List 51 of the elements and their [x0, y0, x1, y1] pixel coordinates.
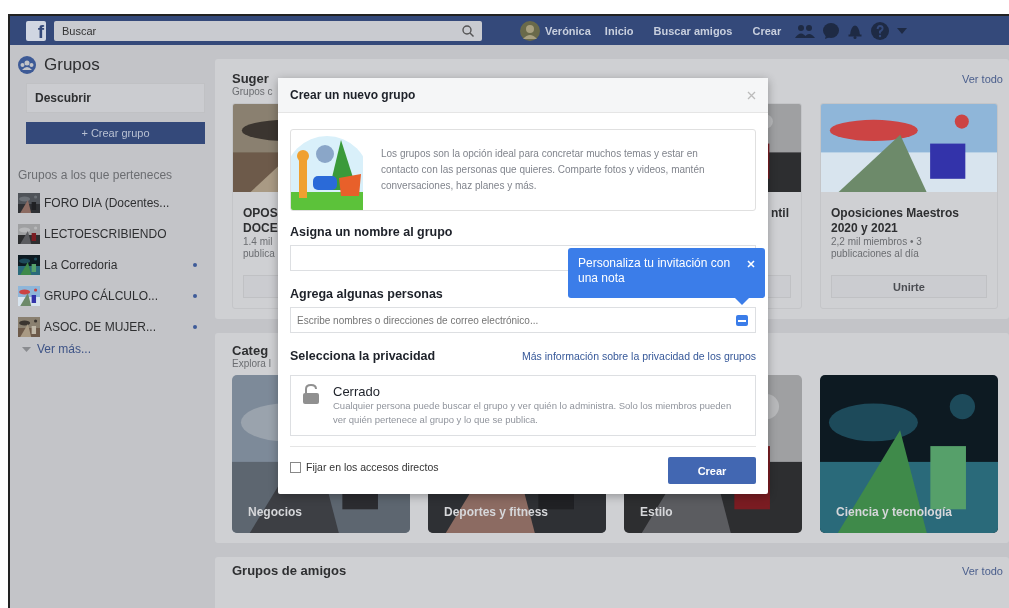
logo[interactable]: f [26, 20, 46, 41]
section-label: Grupos a los que perteneces [18, 168, 174, 182]
checkbox-label: Fijar en los accesos directos [306, 461, 439, 473]
join-button[interactable]: Unirte [831, 275, 987, 298]
card-title: Categ [232, 343, 269, 358]
avatar [520, 20, 540, 41]
group-stats: 2,2 mil miembros • 3 publicaciones al día [830, 236, 923, 260]
group-item[interactable]: ASOC. DE MUJER... [18, 311, 205, 342]
card-title: Grupos de amigos [232, 563, 347, 578]
privacy-name: Cerrado [333, 384, 381, 399]
nav-link[interactable]: Crear [746, 24, 788, 37]
card-subtitle: Explora l [232, 358, 271, 369]
close-icon[interactable] [747, 90, 756, 100]
profile-link[interactable]: Verónica [520, 20, 591, 41]
caret-icon [22, 346, 31, 352]
group-item[interactable]: LECTOESCRIBIENDO [18, 218, 205, 249]
caret-icon[interactable] [897, 27, 908, 34]
discover-tab[interactable]: Descubrir [26, 83, 205, 113]
help-icon[interactable] [871, 21, 890, 40]
create-button[interactable]: Crear [668, 457, 756, 484]
nav-link[interactable]: Inicio [598, 24, 640, 37]
checkbox[interactable] [290, 461, 301, 473]
group-name[interactable]: Oposiciones Maestros 2020 y 2021 [821, 206, 997, 236]
search-field[interactable]: Buscar [54, 20, 482, 41]
group-stats: 1.4 mil publica [242, 236, 276, 260]
people-field[interactable]: Escribe nombres o direcciones de correo electrónico... [290, 307, 756, 333]
field-label: Selecciona la privacidad [290, 349, 436, 363]
nav-link[interactable]: Buscar amigos [647, 24, 739, 37]
messenger-icon[interactable] [823, 22, 840, 39]
note-icon[interactable] [736, 315, 748, 326]
field-label: Agrega algunas personas [290, 287, 444, 301]
create-group-button[interactable]: + Crear grupo [26, 122, 205, 144]
section-title: Grupos [44, 55, 100, 75]
card-subtitle: Grupos c [232, 86, 273, 97]
search-icon [462, 24, 474, 37]
friends-icon[interactable] [795, 23, 816, 38]
card-title: Suger [232, 71, 269, 86]
intro-text: Los grupos son la opción ideal para concretar muchos temas y estar en contacto con las personas que quieres. Comparte fotos y videos, mantén conversaciones, haz planes y más. [381, 147, 706, 193]
privacy-info-link[interactable]: Más información sobre la privacidad de los grupos [521, 350, 756, 362]
lock-icon [303, 384, 319, 404]
see-more-link[interactable]: Ver más... [22, 342, 205, 356]
group-item[interactable]: GRUPO CÁLCULO... [18, 280, 205, 311]
privacy-option[interactable]: Cerrado Cualquier persona puede buscar el grupo y ver quién lo administra. Solo los miembros pueden ver quién pertenece al grupo y lo que se publica. [290, 375, 756, 436]
see-all-link[interactable]: Ver todo [962, 73, 1003, 85]
group-item[interactable]: FORO DIA (Docentes... [18, 187, 205, 218]
group-item[interactable]: La Corredoria [18, 249, 205, 280]
groups-icon [18, 56, 36, 74]
dialog-title: Crear un nuevo grupo [290, 88, 416, 102]
field-label: Asigna un nombre al grupo [290, 225, 454, 239]
privacy-description: Cualquier persona puede buscar el grupo y ver quién lo administra. Solo los miembros pueden ver quién pertenece al grupo y lo que se publica. [333, 399, 733, 427]
see-all-link[interactable]: Ver todo [962, 565, 1003, 577]
